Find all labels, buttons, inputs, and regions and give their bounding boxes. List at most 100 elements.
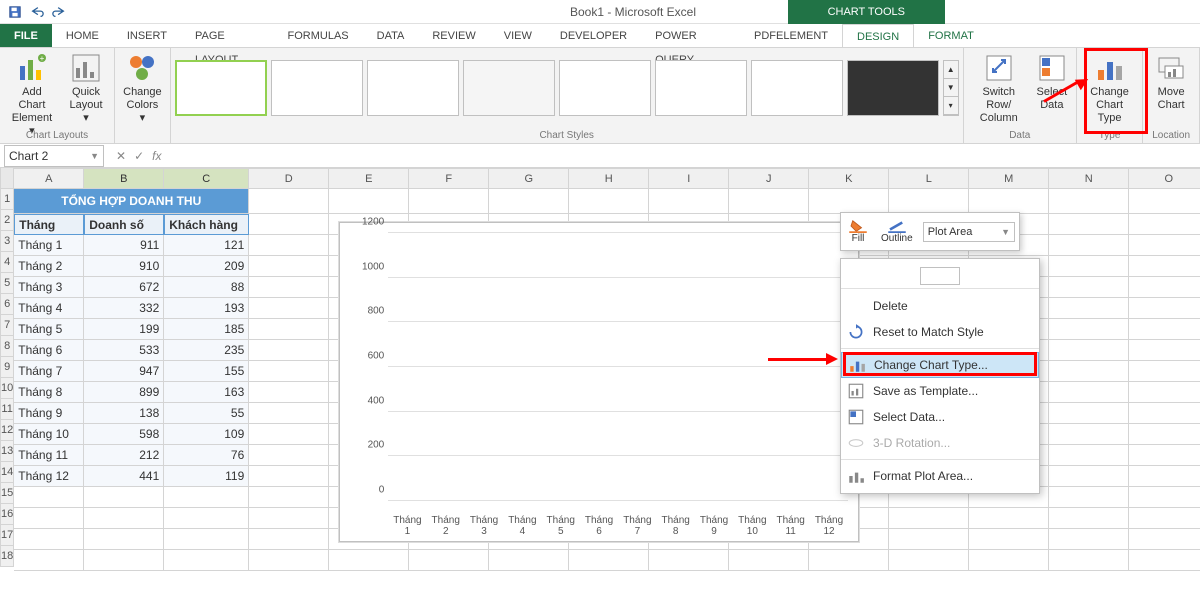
cell[interactable]: Tháng 12 [14,466,84,487]
cell[interactable]: 119 [164,466,249,487]
cell[interactable] [1049,508,1129,529]
col-header-G[interactable]: G [489,168,569,189]
cell[interactable] [84,529,164,550]
chart-style-4[interactable] [463,60,555,116]
cell[interactable] [969,529,1049,550]
add-chart-element-button[interactable]: + Add Chart Element ▾ [4,50,60,140]
col-header-H[interactable]: H [569,168,649,189]
cell[interactable]: Tháng 5 [14,319,84,340]
cell[interactable]: Doanh số [84,214,164,235]
cell[interactable] [164,550,249,571]
cell[interactable] [249,424,329,445]
cell[interactable] [14,550,84,571]
row-header-2[interactable]: 2 [0,210,14,231]
cell[interactable] [1129,235,1200,256]
cell[interactable]: 899 [84,382,164,403]
cell[interactable] [84,550,164,571]
row-header-12[interactable]: 12 [0,420,14,441]
cell[interactable] [889,529,969,550]
cell[interactable] [1049,340,1129,361]
tab-home[interactable]: HOME [52,24,113,47]
cell[interactable] [249,382,329,403]
cell[interactable] [249,319,329,340]
cell[interactable] [1049,256,1129,277]
row-header-1[interactable]: 1 [0,189,14,210]
cell[interactable] [889,508,969,529]
tab-data[interactable]: DATA [363,24,419,47]
cell[interactable]: Tháng 3 [14,277,84,298]
cell[interactable] [14,529,84,550]
row-header-15[interactable]: 15 [0,483,14,504]
cell[interactable]: TỔNG HỢP DOANH THU [14,189,249,214]
context-delete[interactable]: Delete [841,293,1039,319]
row-header-8[interactable]: 8 [0,336,14,357]
cell[interactable] [249,340,329,361]
cell[interactable] [1129,382,1200,403]
cell[interactable]: 209 [164,256,249,277]
cell[interactable] [249,445,329,466]
undo-icon[interactable] [26,1,48,23]
row-header-3[interactable]: 3 [0,231,14,252]
cell[interactable] [14,508,84,529]
cell[interactable]: 155 [164,361,249,382]
change-chart-type-button[interactable]: Change Chart Type [1081,50,1138,127]
tab-page-layout[interactable]: PAGE LAYOUT [181,24,274,47]
cell[interactable]: 199 [84,319,164,340]
cell[interactable] [249,550,329,571]
redo-icon[interactable] [48,1,70,23]
row-header-13[interactable]: 13 [0,441,14,462]
cell[interactable] [249,277,329,298]
chart-style-7[interactable] [751,60,843,116]
cell[interactable] [1049,445,1129,466]
cell[interactable] [1049,529,1129,550]
cell[interactable]: 55 [164,403,249,424]
cell[interactable] [1049,403,1129,424]
cell[interactable] [729,189,809,214]
cell[interactable] [489,189,569,214]
cell[interactable] [84,487,164,508]
chevron-down-icon[interactable]: ▼ [90,151,99,161]
cell[interactable] [729,550,809,571]
cell[interactable] [969,508,1049,529]
cell[interactable] [409,550,489,571]
cell[interactable] [969,189,1049,214]
cell[interactable] [249,466,329,487]
chart-style-6[interactable] [655,60,747,116]
cell[interactable]: 121 [164,235,249,256]
cell[interactable]: 910 [84,256,164,277]
cell[interactable] [1129,403,1200,424]
cell[interactable]: 911 [84,235,164,256]
tab-pdfelement[interactable]: PDFelement [740,24,842,47]
chart-style-5[interactable] [559,60,651,116]
cell[interactable] [1129,445,1200,466]
cell[interactable] [1129,214,1200,235]
row-header-5[interactable]: 5 [0,273,14,294]
cell[interactable] [1049,466,1129,487]
context-change-chart-type[interactable]: Change Chart Type... [841,352,1039,378]
cell[interactable]: Khách hàng [164,214,249,235]
row-header-4[interactable]: 4 [0,252,14,273]
quick-layout-button[interactable]: Quick Layout ▾ [62,50,110,127]
cell[interactable] [1129,340,1200,361]
cell[interactable]: 212 [84,445,164,466]
cell[interactable] [1049,189,1129,214]
change-colors-button[interactable]: Change Colors ▾ [119,50,166,127]
select-data-button[interactable]: Select Data [1032,50,1072,114]
cell[interactable]: 598 [84,424,164,445]
chart-element-selector[interactable]: Plot Area ▼ [923,222,1015,242]
cell[interactable] [1129,550,1200,571]
cell[interactable]: 88 [164,277,249,298]
cell[interactable] [569,550,649,571]
tab-power-query[interactable]: POWER QUERY [641,24,740,47]
col-header-F[interactable]: F [409,168,489,189]
cell[interactable] [1129,256,1200,277]
cell[interactable] [649,189,729,214]
cell[interactable] [84,508,164,529]
context-save-as-template[interactable]: Save as Template... [841,378,1039,404]
cell[interactable]: 193 [164,298,249,319]
row-header-6[interactable]: 6 [0,294,14,315]
col-header-D[interactable]: D [249,168,329,189]
cell[interactable] [1049,487,1129,508]
cell[interactable] [14,487,84,508]
cell[interactable] [1049,298,1129,319]
